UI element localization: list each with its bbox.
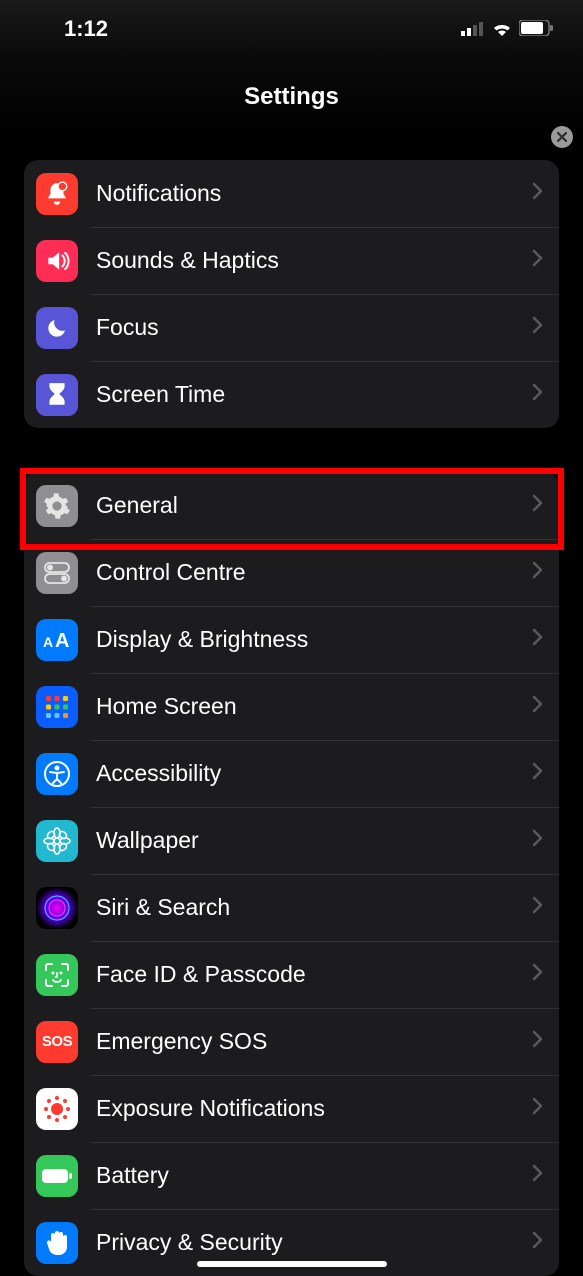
- chevron-right-icon: [532, 561, 543, 584]
- row-control-centre[interactable]: Control Centre: [24, 539, 559, 606]
- chevron-right-icon: [532, 628, 543, 651]
- toggles-icon: [36, 552, 78, 594]
- close-button[interactable]: [551, 126, 573, 148]
- row-sounds-haptics[interactable]: Sounds & Haptics: [24, 227, 559, 294]
- gear-icon: [36, 485, 78, 527]
- app-grid-icon: [36, 686, 78, 728]
- status-indicators: [461, 16, 553, 42]
- row-label: General: [96, 492, 532, 519]
- chevron-right-icon: [532, 762, 543, 785]
- wifi-icon: [491, 16, 513, 42]
- battery-icon: [36, 1155, 78, 1197]
- moon-icon: [36, 307, 78, 349]
- chevron-right-icon: [532, 1231, 543, 1254]
- svg-text:A: A: [43, 634, 53, 650]
- row-label: Home Screen: [96, 693, 532, 720]
- hand-icon: [36, 1222, 78, 1264]
- row-label: Exposure Notifications: [96, 1095, 532, 1122]
- row-label: Siri & Search: [96, 894, 532, 921]
- chevron-right-icon: [532, 963, 543, 986]
- page-header: Settings: [0, 58, 583, 136]
- chevron-right-icon: [532, 182, 543, 205]
- close-icon: [557, 132, 567, 142]
- chevron-right-icon: [532, 249, 543, 272]
- battery-icon: [519, 16, 553, 42]
- chevron-right-icon: [532, 695, 543, 718]
- sos-icon: SOS: [36, 1021, 78, 1063]
- siri-icon: [36, 887, 78, 929]
- row-label: Privacy & Security: [96, 1229, 532, 1256]
- row-label: Sounds & Haptics: [96, 247, 532, 274]
- row-label: Battery: [96, 1162, 532, 1189]
- chevron-right-icon: [532, 1164, 543, 1187]
- row-label: Notifications: [96, 180, 532, 207]
- svg-text:A: A: [55, 630, 69, 651]
- row-display-brightness[interactable]: AA Display & Brightness: [24, 606, 559, 673]
- row-faceid-passcode[interactable]: Face ID & Passcode: [24, 941, 559, 1008]
- row-siri-search[interactable]: Siri & Search: [24, 874, 559, 941]
- textsize-icon: AA: [36, 619, 78, 661]
- exposure-icon: [36, 1088, 78, 1130]
- home-indicator[interactable]: [197, 1261, 387, 1267]
- row-notifications[interactable]: Notifications: [24, 160, 559, 227]
- status-bar: 1:12: [0, 0, 583, 58]
- faceid-icon: [36, 954, 78, 996]
- settings-list: Notifications Sounds & Haptics Focus Scr…: [0, 136, 583, 1276]
- status-time: 1:12: [64, 16, 108, 42]
- chevron-right-icon: [532, 494, 543, 517]
- row-focus[interactable]: Focus: [24, 294, 559, 361]
- chevron-right-icon: [532, 1097, 543, 1120]
- row-battery[interactable]: Battery: [24, 1142, 559, 1209]
- speaker-icon: [36, 240, 78, 282]
- row-label: Accessibility: [96, 760, 532, 787]
- hourglass-icon: [36, 374, 78, 416]
- row-label: Display & Brightness: [96, 626, 532, 653]
- settings-group: Notifications Sounds & Haptics Focus Scr…: [24, 160, 559, 428]
- row-label: Screen Time: [96, 381, 532, 408]
- chevron-right-icon: [532, 1030, 543, 1053]
- chevron-right-icon: [532, 316, 543, 339]
- accessibility-icon: [36, 753, 78, 795]
- cellular-icon: [461, 16, 485, 42]
- row-exposure-notifications[interactable]: Exposure Notifications: [24, 1075, 559, 1142]
- row-accessibility[interactable]: Accessibility: [24, 740, 559, 807]
- row-screen-time[interactable]: Screen Time: [24, 361, 559, 428]
- row-general[interactable]: General: [24, 472, 559, 539]
- row-label: Wallpaper: [96, 827, 532, 854]
- chevron-right-icon: [532, 829, 543, 852]
- chevron-right-icon: [532, 896, 543, 919]
- flower-icon: [36, 820, 78, 862]
- row-label: Face ID & Passcode: [96, 961, 532, 988]
- bell-badge-icon: [36, 173, 78, 215]
- row-wallpaper[interactable]: Wallpaper: [24, 807, 559, 874]
- chevron-right-icon: [532, 383, 543, 406]
- row-home-screen[interactable]: Home Screen: [24, 673, 559, 740]
- settings-group: General Control Centre AA Display & Brig…: [24, 472, 559, 1276]
- row-label: Emergency SOS: [96, 1028, 532, 1055]
- row-label: Focus: [96, 314, 532, 341]
- row-label: Control Centre: [96, 559, 532, 586]
- page-title: Settings: [244, 83, 339, 111]
- row-emergency-sos[interactable]: SOS Emergency SOS: [24, 1008, 559, 1075]
